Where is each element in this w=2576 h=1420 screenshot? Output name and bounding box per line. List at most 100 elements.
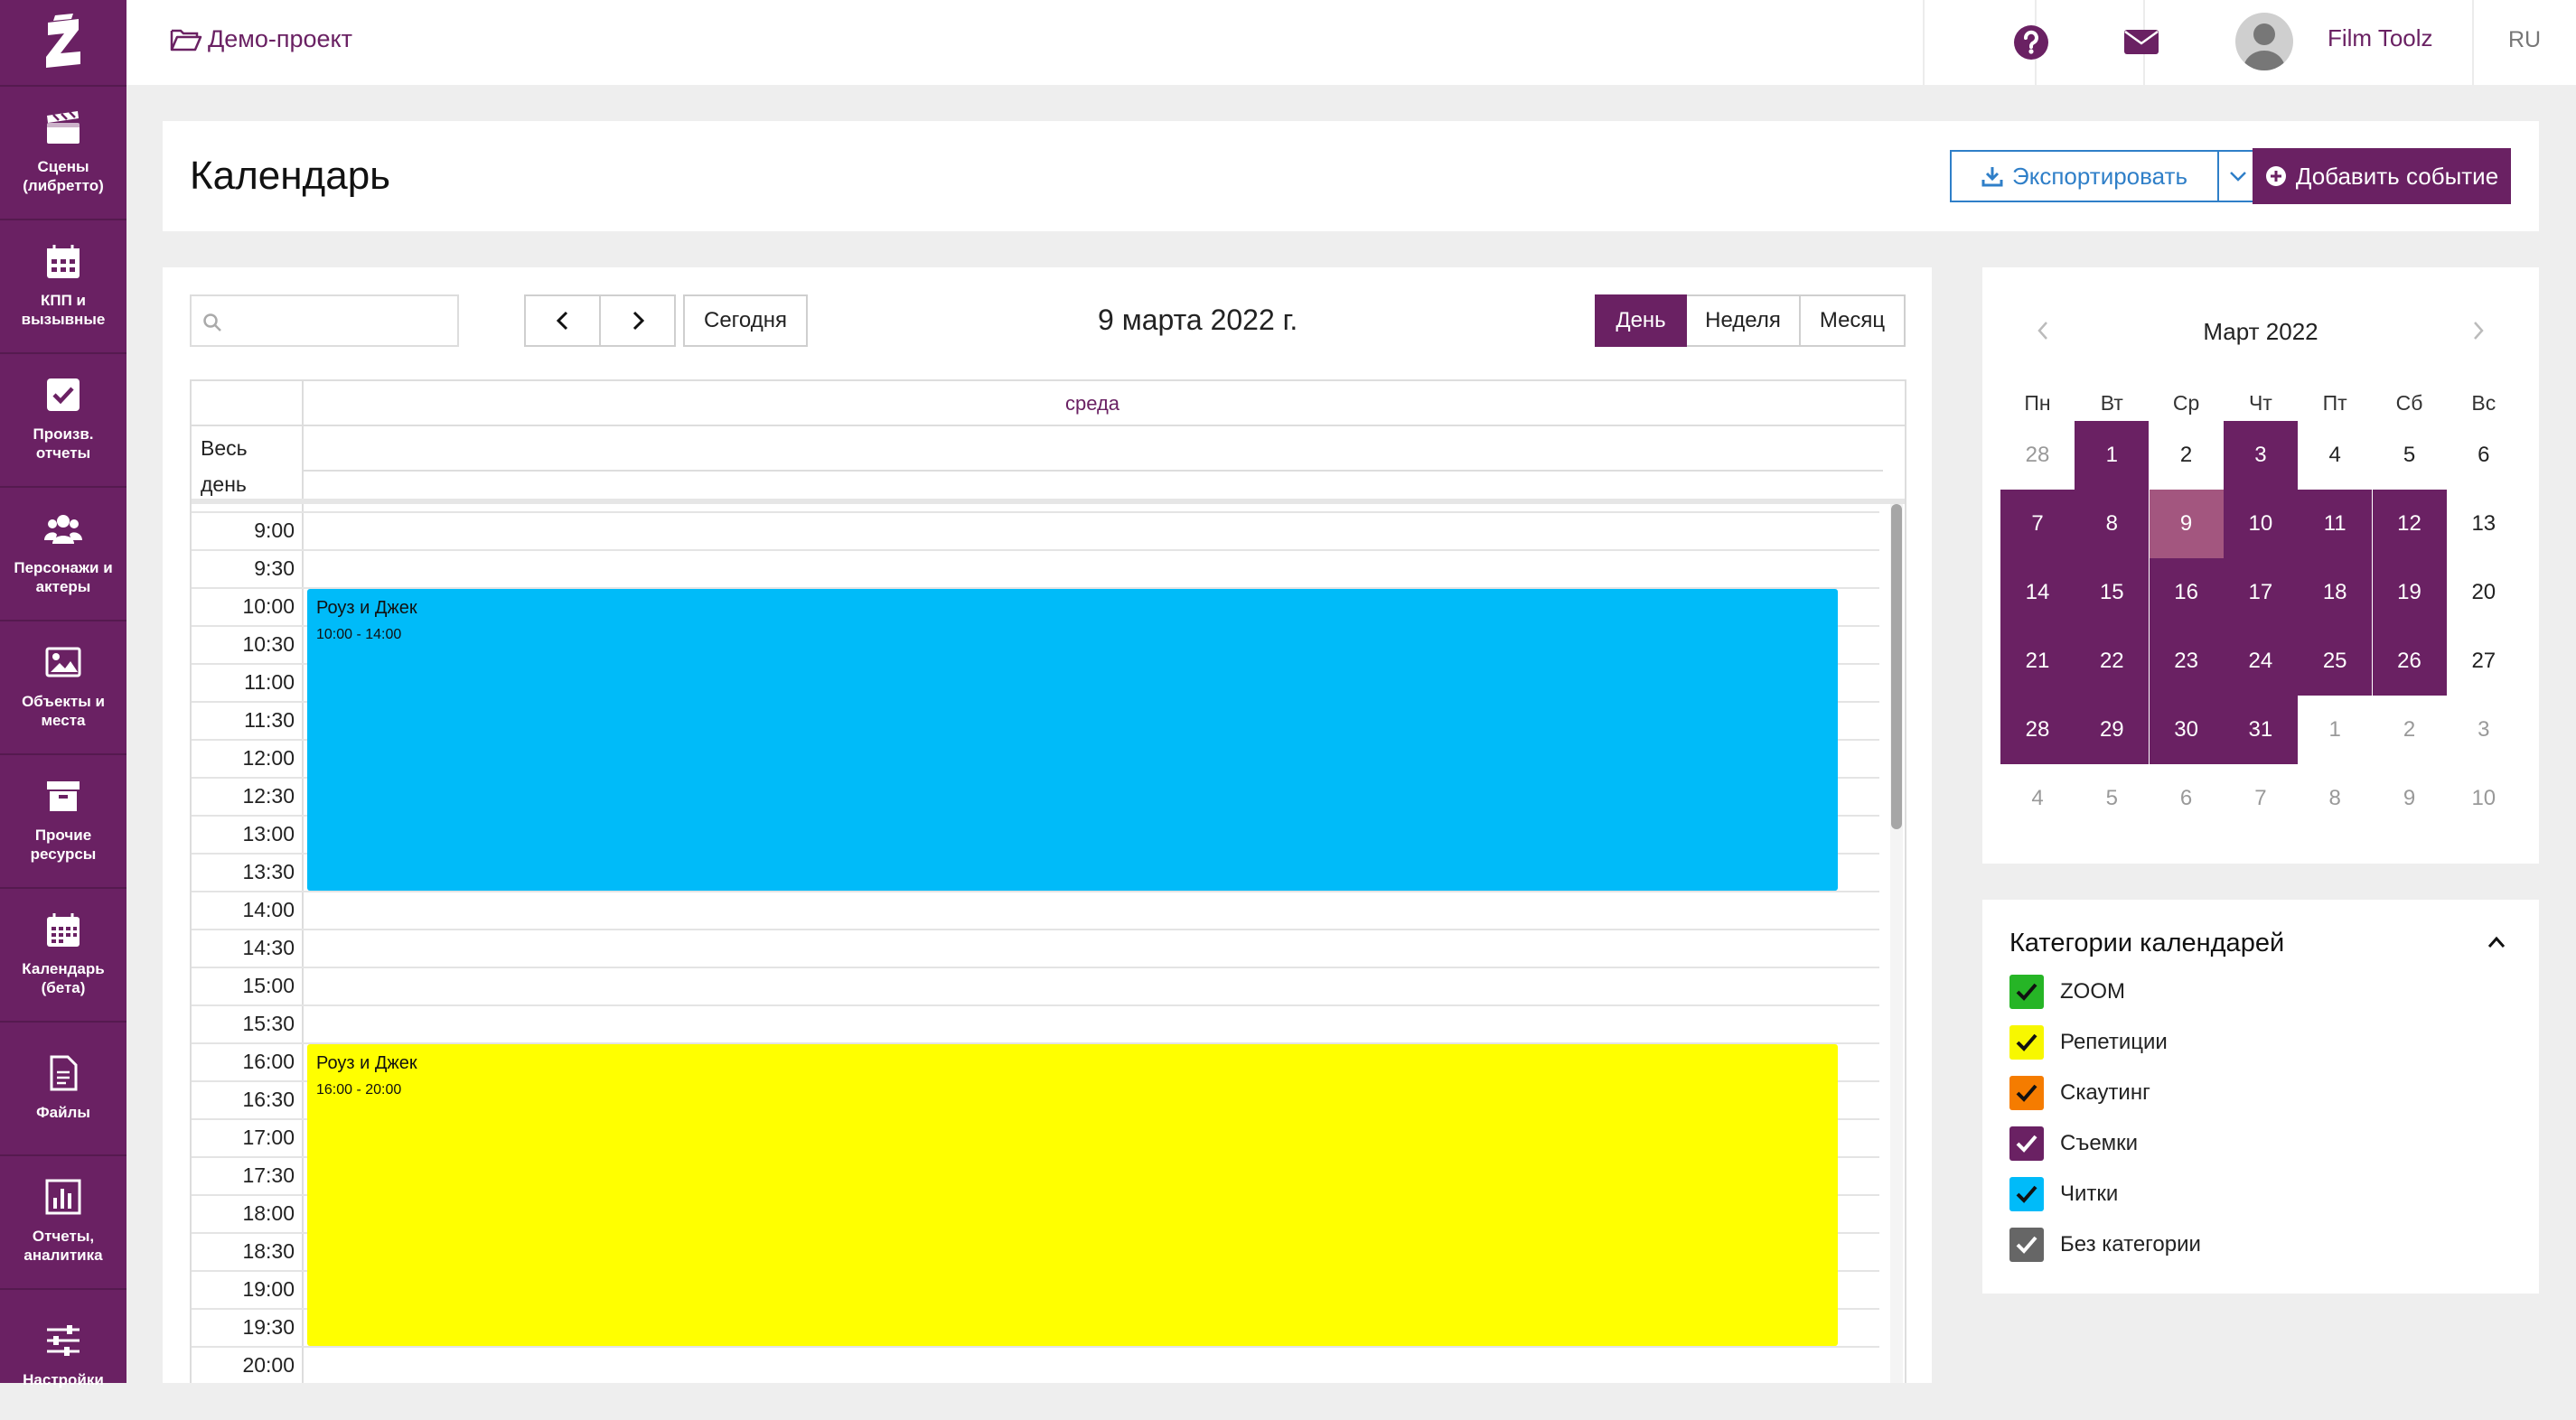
mini-calendar-day[interactable]: 4 [2298,421,2372,490]
today-button[interactable]: Сегодня [683,294,808,347]
event-title: Роуз и Джек [316,598,417,618]
mini-calendar-day[interactable]: 19 [2372,558,2447,627]
all-day-label: Весь день [201,436,248,496]
mini-calendar-day[interactable]: 26 [2372,627,2447,696]
mini-calendar-day[interactable]: 23 [2149,627,2224,696]
mini-calendar-day[interactable]: 30 [2149,696,2224,764]
mini-calendar-day[interactable]: 17 [2223,558,2298,627]
categories-title: Категории календарей [2009,929,2285,958]
category-item[interactable]: ZOOM [2009,974,2125,1010]
language-switch[interactable]: RU [2508,27,2541,53]
mini-calendar-day[interactable]: 4 [2000,764,2075,833]
mini-calendar-day[interactable]: 10 [2223,490,2298,558]
mini-calendar-day[interactable]: 8 [2075,490,2150,558]
mini-calendar-day[interactable]: 14 [2000,558,2075,627]
mini-calendar-day[interactable]: 9 [2149,490,2224,558]
add-event-button[interactable]: Добавить событие [2253,148,2511,204]
weekday-label: Пт [2322,390,2347,415]
sidebar-item-0[interactable]: Сцены (либретто) [0,85,126,217]
calendar-event[interactable]: Роуз и Джек 10:00 - 14:00 [307,589,1838,891]
prev-button[interactable] [526,296,599,345]
mini-calendar-day[interactable]: 12 [2372,490,2447,558]
sidebar-item-3[interactable]: Персонажи и актеры [0,486,126,618]
mini-calendar-day[interactable]: 1 [2298,696,2372,764]
mini-calendar-day[interactable]: 13 [2447,490,2521,558]
time-slot-label: 13:30 [242,860,295,883]
all-day-row[interactable]: Весь день [192,425,1905,504]
mini-calendar-day[interactable]: 3 [2447,696,2521,764]
chevron-up-icon[interactable] [2487,934,2506,950]
calendar-icon [47,913,80,947]
category-checkbox[interactable] [2009,1076,2044,1110]
category-item[interactable]: Читки [2009,1176,2118,1212]
scrollbar-thumb[interactable] [1891,504,1902,829]
plus-circle-icon [2265,166,2286,186]
mini-calendar-day[interactable]: 10 [2447,764,2521,833]
mini-calendar-day[interactable]: 6 [2447,421,2521,490]
mini-calendar-day[interactable]: 29 [2075,696,2150,764]
avatar[interactable] [2235,13,2293,70]
mini-calendar-day[interactable]: 5 [2075,764,2149,833]
mini-calendar-day[interactable]: 1 [2075,421,2150,490]
view-week-button[interactable]: Неделя [1687,294,1801,347]
mini-next-icon[interactable] [2470,320,2487,341]
mini-calendar-day[interactable]: 15 [2075,558,2150,627]
mini-calendar-day[interactable]: 27 [2447,627,2521,696]
category-item[interactable]: Без категории [2009,1227,2201,1263]
time-slot-label: 10:30 [242,632,295,656]
mini-calendar-day[interactable]: 7 [2000,490,2075,558]
mini-calendar-day[interactable]: 6 [2150,764,2224,833]
time-slot-label: 17:30 [242,1163,295,1187]
calendar-event[interactable]: Роуз и Джек 16:00 - 20:00 [307,1044,1838,1346]
mini-calendar-day[interactable]: 28 [2000,421,2075,490]
category-checkbox[interactable] [2009,1126,2044,1161]
category-checkbox[interactable] [2009,1177,2044,1211]
mini-calendar-day[interactable]: 24 [2223,627,2298,696]
mini-calendar-day[interactable]: 28 [2000,696,2075,764]
mini-calendar-day[interactable]: 31 [2223,696,2298,764]
mail-icon[interactable] [2123,27,2159,56]
time-grid[interactable]: 9:00 9:30 10:00 10:30 11:00 11:30 12:00 12:30 13… [192,504,1905,1383]
category-checkbox[interactable] [2009,1228,2044,1262]
sidebar-item-6[interactable]: Календарь (бета) [0,887,126,1019]
project-link[interactable]: Демо-проект [170,25,352,53]
category-item[interactable]: Репетиции [2009,1024,2168,1060]
sidebar-item-4[interactable]: Объекты и места [0,620,126,752]
time-slot-label: 20:00 [242,1353,295,1377]
mini-calendar-day[interactable]: 21 [2000,627,2075,696]
sidebar-item-9[interactable]: Настройки [0,1288,126,1420]
sidebar-item-1[interactable]: КПП и вызывные [0,219,126,350]
view-day-button[interactable]: День [1595,294,1687,347]
view-month-button[interactable]: Месяц [1801,294,1906,347]
sidebar-item-8[interactable]: Отчеты, аналитика [0,1154,126,1286]
category-label: Съемки [2060,1131,2139,1155]
slot-line [192,929,1879,930]
mini-calendar-day[interactable]: 8 [2298,764,2372,833]
sidebar-item-2[interactable]: Произв. отчеты [0,352,126,484]
category-checkbox[interactable] [2009,1025,2044,1060]
mini-calendar-day[interactable]: 20 [2447,558,2521,627]
help-icon[interactable] [2012,23,2050,61]
mini-calendar-day[interactable]: 9 [2373,764,2447,833]
mini-calendar-day[interactable]: 22 [2075,627,2150,696]
mini-calendar-day[interactable]: 25 [2298,627,2373,696]
mini-calendar-day[interactable]: 2 [2150,421,2224,490]
mini-calendar-day[interactable]: 3 [2223,421,2298,490]
sidebar-item-5[interactable]: Прочие ресурсы [0,753,126,885]
mini-calendar-day[interactable]: 2 [2373,696,2447,764]
category-item[interactable]: Скаутинг [2009,1075,2150,1111]
mini-calendar-day[interactable]: 16 [2149,558,2224,627]
time-slot-label: 10:00 [242,594,295,618]
app-logo[interactable] [0,0,126,85]
next-button[interactable] [599,296,674,345]
mini-calendar-day[interactable]: 11 [2298,490,2373,558]
export-button[interactable]: Экспортировать [1950,150,2219,202]
search-input[interactable] [190,294,459,347]
mini-calendar-day[interactable]: 5 [2373,421,2447,490]
user-name[interactable]: Film Toolz [2328,24,2433,52]
mini-calendar-day[interactable]: 7 [2224,764,2298,833]
sidebar-item-7[interactable]: Файлы [0,1021,126,1153]
category-item[interactable]: Съемки [2009,1126,2138,1162]
category-checkbox[interactable] [2009,975,2044,1009]
mini-calendar-day[interactable]: 18 [2298,558,2373,627]
